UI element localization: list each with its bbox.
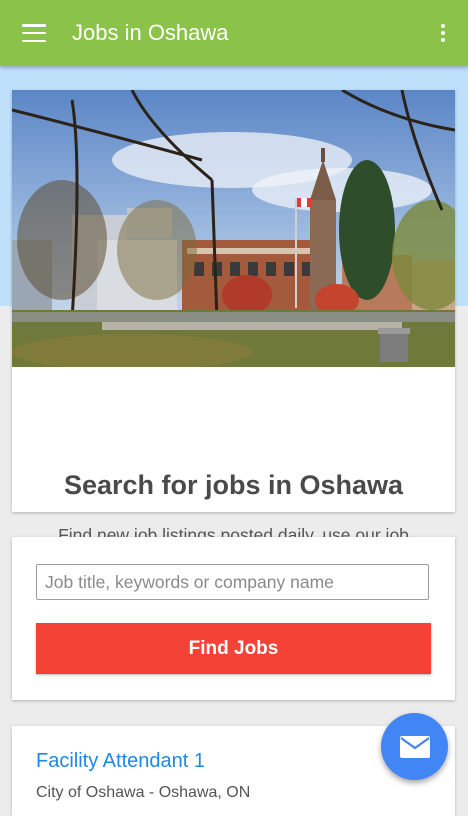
find-jobs-button[interactable]: Find Jobs xyxy=(36,623,431,674)
search-card: Find Jobs xyxy=(12,537,455,700)
app-title: Jobs in Oshawa xyxy=(72,20,229,45)
hamburger-menu-icon xyxy=(22,24,46,42)
more-vert-icon[interactable] xyxy=(418,0,468,66)
email-fab-button[interactable] xyxy=(381,713,448,780)
hero-heading: Search for jobs in Oshawa xyxy=(63,470,404,500)
hero-card: Search for jobs in Oshawa Find new job l… xyxy=(12,90,455,576)
menu-button[interactable] xyxy=(0,0,68,66)
email-icon xyxy=(399,735,430,758)
city-hall-photo xyxy=(12,90,455,367)
job-company: City of Oshawa - Oshawa, ON xyxy=(36,784,251,801)
job-title-link[interactable]: Facility Attendant 1 xyxy=(36,750,205,773)
search-input[interactable] xyxy=(36,564,429,600)
app-bar: Jobs in Oshawa xyxy=(0,0,468,66)
